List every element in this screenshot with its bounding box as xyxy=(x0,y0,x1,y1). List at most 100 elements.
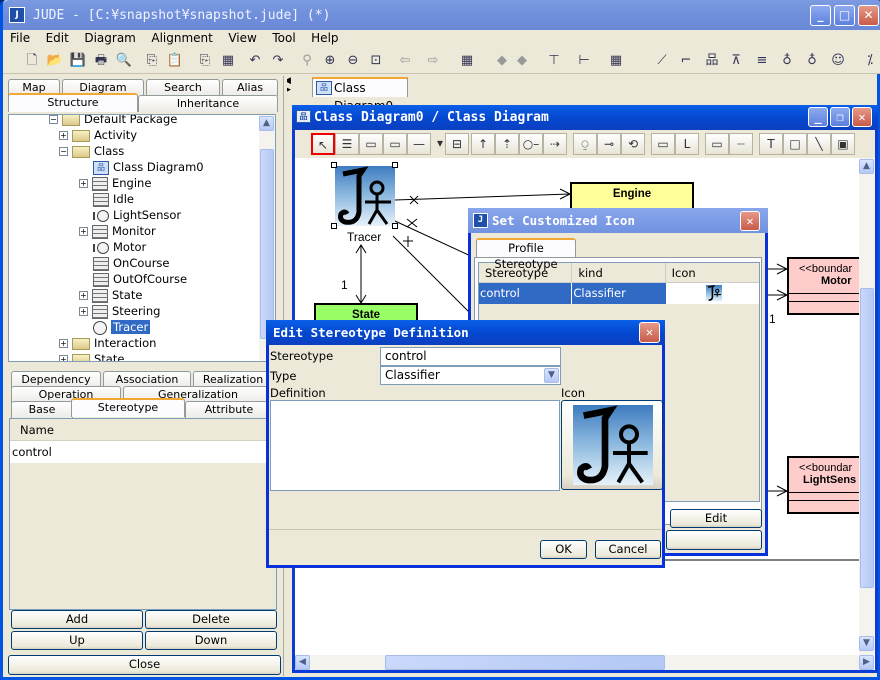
tree-item[interactable]: Motor xyxy=(93,239,146,255)
close-button[interactable]: ✕ xyxy=(858,5,879,26)
zoom-icon[interactable]: ⚲ xyxy=(298,52,316,70)
tree-item[interactable]: − Default Package xyxy=(49,115,177,127)
subsystem-tool-icon[interactable]: ▭ xyxy=(383,133,407,155)
down-button[interactable]: Down xyxy=(145,631,277,650)
tab-attribute[interactable]: Attribute xyxy=(185,401,273,418)
boundary-tool-icon[interactable]: ⍜ xyxy=(573,133,597,155)
prev-icon[interactable]: ◆ xyxy=(493,52,511,70)
tree-item[interactable]: 品 Class Diagram0 xyxy=(93,159,204,175)
frame-minimize-button[interactable]: _ xyxy=(808,107,828,127)
motor-boundary-class[interactable]: <<boundar Motor xyxy=(787,257,859,315)
lightsensor-boundary-class[interactable]: <<boundar LightSens xyxy=(787,456,859,514)
ok-button[interactable]: OK xyxy=(540,540,587,559)
zoom-in-icon[interactable]: ⊕ xyxy=(321,52,339,70)
rectangle-tool-icon[interactable]: □ xyxy=(783,133,807,155)
add-button[interactable]: Add xyxy=(11,610,143,629)
tree-item[interactable]: LightSensor xyxy=(93,207,181,223)
up-button[interactable]: Up xyxy=(11,631,143,650)
tree-item[interactable]: Idle xyxy=(93,191,134,207)
canvas-vertical-scrollbar[interactable]: ▲ ▼ xyxy=(859,158,875,655)
tree-item[interactable]: + State xyxy=(59,351,124,361)
color-icon[interactable]: ▦ xyxy=(607,52,625,70)
open-icon[interactable]: 📂 xyxy=(46,52,64,70)
menu-alignment[interactable]: Alignment xyxy=(146,30,217,46)
back-icon[interactable]: ⇦ xyxy=(396,52,414,70)
dropdown-arrow-icon[interactable]: ▾ xyxy=(435,133,445,155)
expand-icon[interactable]: + xyxy=(59,339,68,348)
close-panel-button[interactable]: Close xyxy=(8,655,281,675)
layout-icon[interactable]: ▦ xyxy=(458,52,476,70)
tree-item[interactable]: Tracer xyxy=(93,319,151,335)
tab-structure[interactable]: Structure xyxy=(8,93,138,112)
definition-textarea[interactable] xyxy=(270,400,560,491)
tree-item[interactable]: OnCourse xyxy=(93,255,170,271)
scroll-left-icon[interactable]: ◀ xyxy=(295,655,310,670)
operation-tool-icon[interactable]: L xyxy=(675,133,699,155)
icon-picker-button[interactable] xyxy=(561,400,663,490)
maximize-button[interactable]: □ xyxy=(834,5,855,26)
tab-alias[interactable]: Alias xyxy=(222,79,278,96)
class-tool-icon[interactable]: ☰ xyxy=(335,133,359,155)
scroll-right-icon[interactable]: ▶ xyxy=(859,655,874,670)
frame-close-button[interactable]: ✕ xyxy=(852,107,872,127)
paste-diagram-icon[interactable]: ▦ xyxy=(219,52,237,70)
expand-icon[interactable]: + xyxy=(59,131,68,140)
selection-handle[interactable] xyxy=(331,162,337,168)
robustness-icon[interactable]: ♁ xyxy=(778,52,796,70)
line-tool-icon[interactable]: ╲ xyxy=(807,133,831,155)
tree-item[interactable]: + Engine xyxy=(79,175,151,191)
menu-edit[interactable]: Edit xyxy=(41,30,74,46)
scroll-up-icon[interactable]: ▲ xyxy=(259,116,274,131)
collapse-icon[interactable]: − xyxy=(59,147,68,156)
minimize-button[interactable]: _ xyxy=(810,5,831,26)
tree-item[interactable]: + Interaction xyxy=(59,335,156,351)
tab-class-diagram0[interactable]: 品 Class Diagram0 xyxy=(312,77,408,113)
dependency-tool-icon[interactable]: ⇢ xyxy=(543,133,567,155)
stereotype-input[interactable]: control xyxy=(380,347,561,366)
image-tool-icon[interactable]: ▣ xyxy=(831,133,855,155)
association-class-tool-icon[interactable]: ⊟ xyxy=(445,133,469,155)
menu-help[interactable]: Help xyxy=(306,30,343,46)
selection-handle[interactable] xyxy=(392,162,398,168)
rect-line-icon[interactable]: ⌐ xyxy=(677,52,695,70)
text-tool-icon[interactable]: T xyxy=(759,133,783,155)
tree-icon[interactable]: 品 xyxy=(703,52,721,70)
delete-button[interactable]: Delete xyxy=(145,610,277,629)
zoom-out-icon[interactable]: ⊖ xyxy=(344,52,362,70)
redo-icon[interactable]: ↷ xyxy=(269,52,287,70)
next-icon[interactable]: ◆ xyxy=(513,52,531,70)
note-anchor-tool-icon[interactable]: ┈ xyxy=(729,133,753,155)
toggle-icon[interactable]: ⁒ xyxy=(861,52,879,70)
chevron-down-icon[interactable]: ▼ xyxy=(544,368,559,383)
menu-diagram[interactable]: Diagram xyxy=(79,30,141,46)
entity-tool-icon[interactable]: ⊸ xyxy=(597,133,621,155)
frame-restore-button[interactable]: ❐ xyxy=(830,107,850,127)
package-tool-icon[interactable]: ▭ xyxy=(359,133,383,155)
interface-tool-icon[interactable]: ○– xyxy=(519,133,543,155)
align-top-icon[interactable]: ⊤ xyxy=(545,52,563,70)
type-select[interactable]: Classifier ▼ xyxy=(380,366,561,385)
tree-item[interactable]: + Steering xyxy=(79,303,160,319)
scroll-thumb[interactable] xyxy=(260,149,274,339)
tracer-control-icon[interactable] xyxy=(335,166,395,226)
tree-item[interactable]: + Activity xyxy=(59,127,137,143)
smiley-icon[interactable]: ☺ xyxy=(829,52,847,70)
tree-alt-icon[interactable]: ⊼ xyxy=(727,52,745,70)
canvas-horizontal-scrollbar[interactable]: ◀ ▶ xyxy=(295,655,874,670)
tab-inheritance[interactable]: Inheritance xyxy=(138,95,278,112)
note-tool-icon[interactable]: ▭ xyxy=(705,133,729,155)
tree-item[interactable]: + Monitor xyxy=(79,223,156,239)
vertical-scroll-thumb[interactable] xyxy=(860,288,874,588)
customized-icon-close-button[interactable]: ✕ xyxy=(740,211,760,231)
line-icon[interactable]: ⟋ xyxy=(653,52,671,70)
copy-diagram-icon[interactable]: ⎘ xyxy=(196,52,214,70)
scroll-up-icon[interactable]: ▲ xyxy=(859,159,874,174)
selection-handle[interactable] xyxy=(331,223,337,229)
tab-base[interactable]: Base xyxy=(11,401,73,418)
association-tool-icon[interactable]: — xyxy=(407,133,431,155)
menu-tool[interactable]: Tool xyxy=(267,30,300,46)
tree-item[interactable]: OutOfCourse xyxy=(93,271,187,287)
column-header-kind[interactable]: kind xyxy=(572,263,666,282)
tab-search[interactable]: Search xyxy=(146,79,220,96)
print-preview-icon[interactable]: 🔍 xyxy=(115,52,133,70)
